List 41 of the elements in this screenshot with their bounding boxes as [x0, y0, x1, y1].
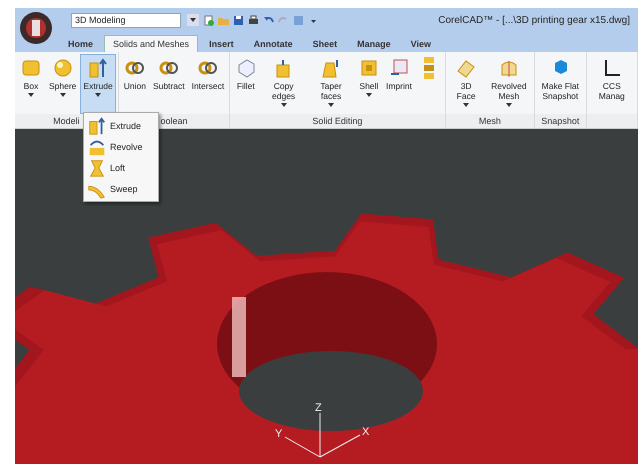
ribbon-tab[interactable]: Solids and Meshes: [104, 35, 198, 52]
ribbon-tab[interactable]: Manage: [348, 35, 400, 52]
taper-tool-button[interactable]: Taper faces: [308, 54, 354, 114]
axis-label: Z: [315, 402, 322, 414]
ribbon-tab[interactable]: Sheet: [304, 35, 346, 52]
menu-item[interactable]: Loft: [84, 157, 158, 178]
workspace-dropdown[interactable]: 3D Modeling: [71, 12, 181, 28]
axis-label: Y: [275, 428, 282, 440]
ribbon-tab[interactable]: Annotate: [244, 35, 302, 52]
group-label: Snapshot: [535, 114, 586, 128]
intersect-tool-button[interactable]: Intersect: [188, 54, 228, 114]
group-label: Solid Editing: [230, 114, 445, 128]
axis-label: X: [362, 426, 370, 438]
sphere-icon: [52, 57, 74, 79]
subtract-tool-button[interactable]: Subtract: [150, 54, 188, 114]
loft-icon: [87, 158, 107, 178]
imprint-tool-button[interactable]: Imprint: [383, 54, 414, 114]
fillet-tool-button[interactable]: Fillet: [232, 54, 260, 114]
new-file-icon[interactable]: [203, 14, 214, 26]
ribbon-tab[interactable]: Insert: [200, 35, 243, 52]
sphere-tool-button[interactable]: Sphere: [46, 54, 80, 114]
shell-tool-button[interactable]: Shell: [355, 54, 382, 114]
menu-item[interactable]: Sweep: [84, 178, 158, 199]
extrude-icon: [87, 116, 107, 136]
save-icon[interactable]: [233, 14, 244, 26]
group-label: Mesh: [446, 114, 534, 128]
face-tool-button[interactable]: 3D Face: [448, 54, 485, 114]
ccs-tool-button[interactable]: CCS Manag: [588, 54, 636, 114]
ribbon-tab[interactable]: Home: [59, 35, 102, 52]
snapshot-tool-button[interactable]: Make Flat Snapshot: [537, 54, 584, 114]
extrude-icon: [87, 57, 110, 79]
revolved-tool-button[interactable]: Revolved Mesh: [486, 54, 532, 114]
app-logo-icon[interactable]: [19, 11, 53, 45]
box-tool-button[interactable]: Box: [17, 54, 45, 114]
window-title: CorelCAD™ - [...\3D printing gear x15.dwg]: [438, 14, 630, 26]
menu-item[interactable]: Revolve: [84, 136, 158, 157]
copy-tool-button[interactable]: Copy edges: [260, 54, 307, 114]
ribbon-tab[interactable]: View: [402, 35, 440, 52]
union-tool-button[interactable]: Union: [120, 54, 149, 114]
extrude-tool-button[interactable]: Extrude: [80, 54, 116, 114]
print-icon[interactable]: [248, 14, 259, 26]
